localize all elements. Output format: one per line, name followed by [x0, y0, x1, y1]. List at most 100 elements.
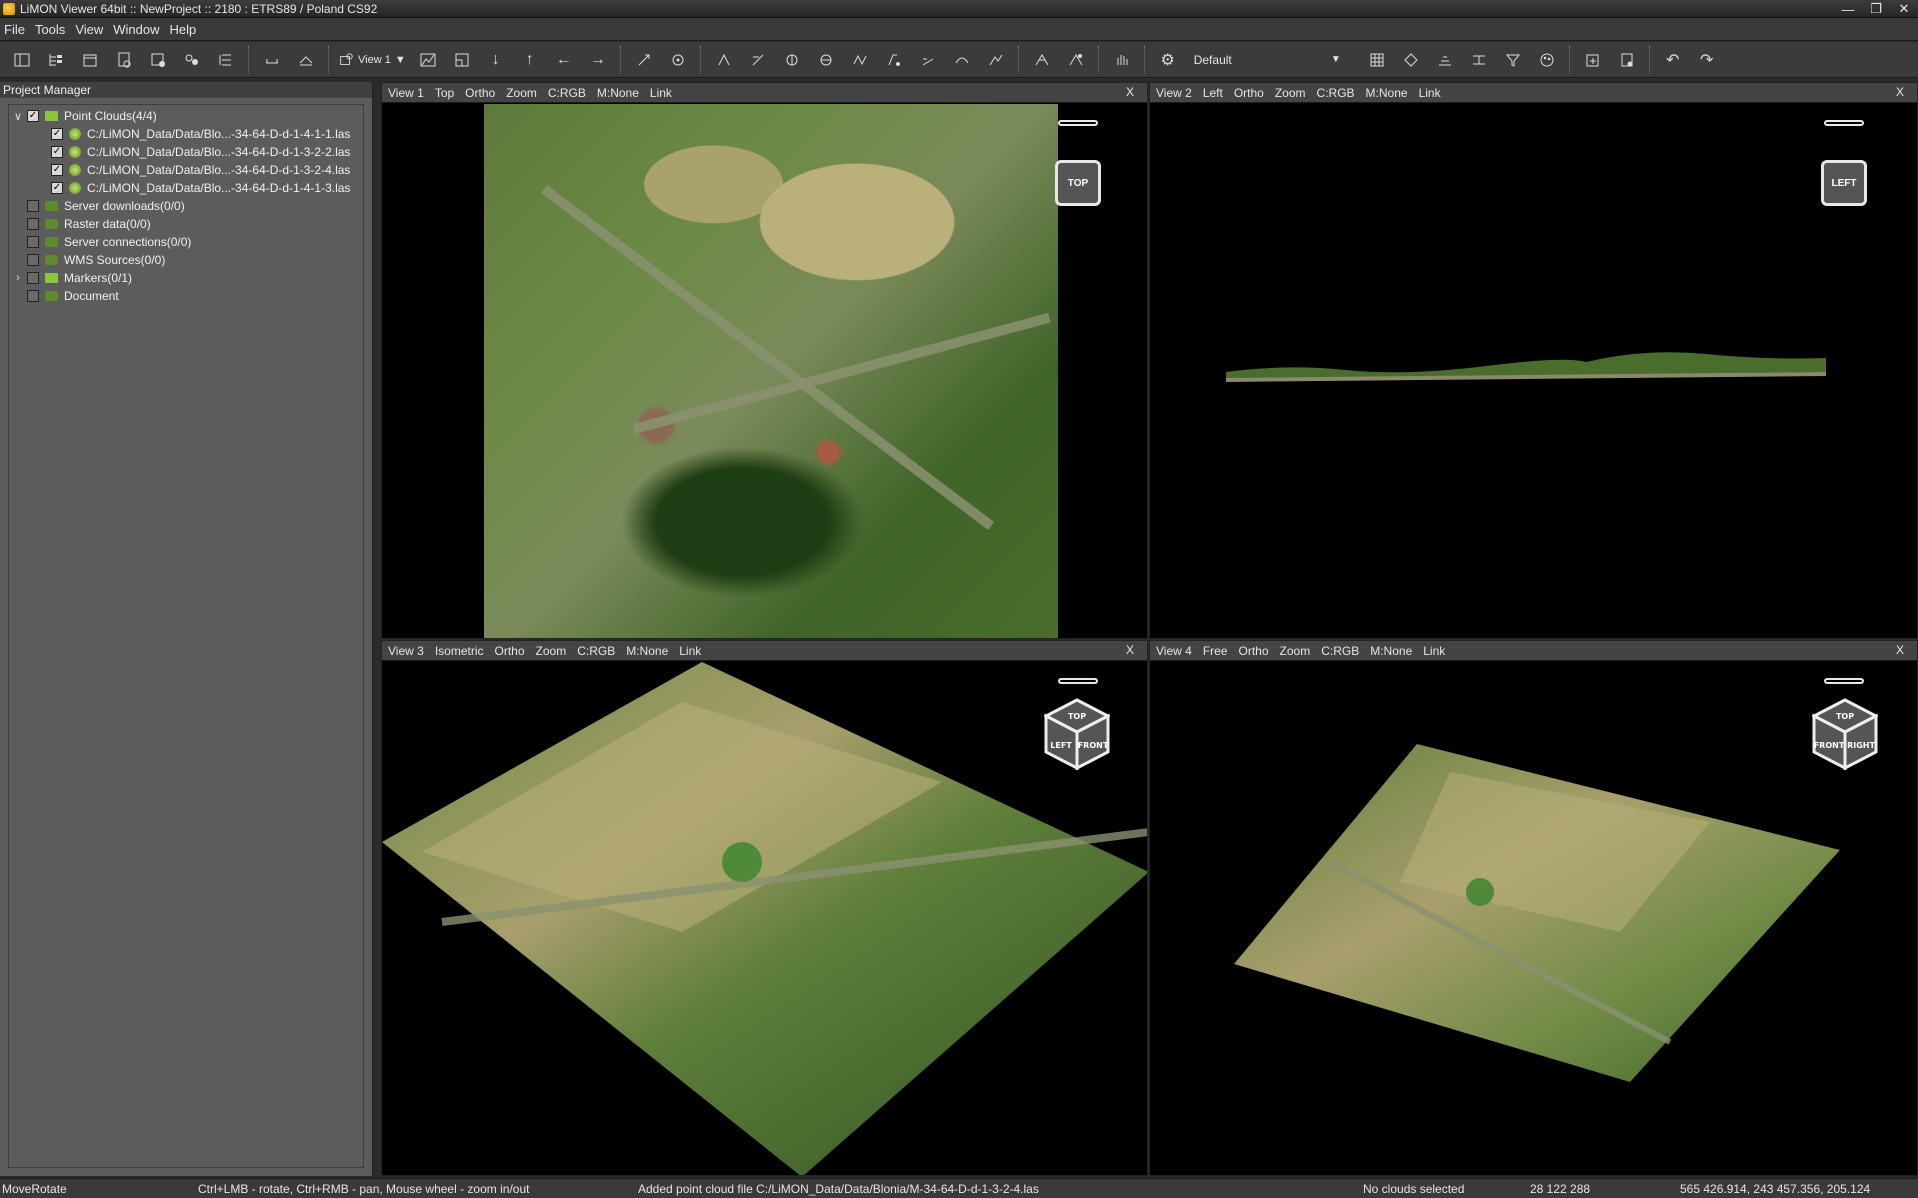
viewport-3[interactable]: View 3 Isometric Ortho Zoom C:RGB M:None… [381, 640, 1148, 1176]
cube-face-front[interactable]: FRONT [1078, 741, 1109, 750]
menu-view[interactable]: View [71, 22, 109, 37]
report-icon[interactable] [1613, 46, 1641, 74]
menu-file[interactable]: File [0, 22, 31, 37]
tool-9-icon[interactable] [982, 46, 1010, 74]
view-zoom[interactable]: Zoom [506, 86, 537, 100]
view-orientation-badge[interactable]: LEFT [1821, 160, 1867, 206]
view-color-mode[interactable]: C:RGB [548, 86, 586, 100]
tree-item-server-downloads[interactable]: Server downloads(0/0) [25, 197, 185, 215]
checkbox[interactable] [27, 254, 39, 266]
tree-item-raster-data[interactable]: Raster data(0/0) [25, 215, 151, 233]
calendar-icon[interactable] [76, 46, 104, 74]
arrow-up-icon[interactable]: ↑ [516, 46, 544, 74]
chevron-down-icon[interactable]: ∨ [11, 110, 25, 123]
checkbox[interactable]: ✓ [27, 110, 39, 122]
tool-1-icon[interactable] [710, 46, 738, 74]
tree-item-markers[interactable]: › Markers(0/1) [11, 269, 132, 287]
view-marker-mode[interactable]: M:None [597, 86, 639, 100]
tree-item-wms-sources[interactable]: WMS Sources(0/0) [25, 251, 165, 269]
view-link[interactable]: Link [1423, 644, 1445, 658]
view-color-mode[interactable]: C:RGB [1317, 86, 1355, 100]
tool-7-icon[interactable] [914, 46, 942, 74]
minimize-button[interactable]: — [1834, 0, 1862, 18]
document-settings-icon[interactable] [110, 46, 138, 74]
close-icon[interactable]: X [1126, 643, 1134, 657]
checkbox[interactable]: ✓ [51, 146, 63, 158]
arrow-right-icon[interactable]: → [584, 46, 612, 74]
view-color-mode[interactable]: C:RGB [1321, 644, 1359, 658]
view-projection[interactable]: Ortho [495, 644, 525, 658]
view-name[interactable]: View 4 [1156, 644, 1192, 658]
view-canvas[interactable]: TOP FRONT RIGHT [1150, 662, 1917, 1175]
viewport-1[interactable]: View 1 Top Ortho Zoom C:RGB M:None Link … [381, 82, 1148, 639]
view-name[interactable]: View 1 [388, 86, 424, 100]
view-mode[interactable]: Free [1203, 644, 1228, 658]
navigation-cube[interactable]: TOP LEFT FRONT [1044, 698, 1110, 770]
target-icon[interactable] [664, 46, 692, 74]
menu-help[interactable]: Help [166, 22, 203, 37]
checkbox[interactable]: ✓ [51, 128, 63, 140]
checkbox[interactable] [27, 218, 39, 230]
layers-settings-icon[interactable] [178, 46, 206, 74]
view-canvas[interactable]: LEFT [1150, 104, 1917, 638]
tool-3-icon[interactable] [778, 46, 806, 74]
profile-icon[interactable] [1431, 46, 1459, 74]
viewport-2[interactable]: View 2 Left Ortho Zoom C:RGB M:None Link… [1149, 82, 1918, 639]
view-mode[interactable]: Left [1203, 86, 1223, 100]
tool-10-icon[interactable] [1028, 46, 1056, 74]
menu-window[interactable]: Window [109, 22, 165, 37]
grid-settings-icon[interactable] [144, 46, 172, 74]
tree-item-las-file[interactable]: ✓ C:/LiMON_Data/Data/Blo...-34-64-D-d-1-… [49, 125, 350, 143]
measure-icon[interactable] [258, 46, 286, 74]
checkbox[interactable]: ✓ [51, 182, 63, 194]
view-projection[interactable]: Ortho [1239, 644, 1269, 658]
menu-tools[interactable]: Tools [31, 22, 71, 37]
hand-icon[interactable] [1108, 46, 1136, 74]
tree-item-point-clouds[interactable]: ∨ ✓ Point Clouds(4/4) [11, 107, 157, 125]
view-name[interactable]: View 2 [1156, 86, 1192, 100]
view-mode[interactable]: Top [435, 86, 454, 100]
view-zoom[interactable]: Zoom [1275, 86, 1306, 100]
view-orientation-badge[interactable]: TOP [1055, 160, 1101, 206]
tool-4-icon[interactable] [812, 46, 840, 74]
chevron-right-icon[interactable]: › [11, 272, 25, 284]
close-icon[interactable]: X [1896, 643, 1904, 657]
close-icon[interactable]: X [1896, 85, 1904, 99]
tool-8-icon[interactable] [948, 46, 976, 74]
tree-icon[interactable] [42, 46, 70, 74]
viewport-4[interactable]: View 4 Free Ortho Zoom C:RGB M:None Link… [1149, 640, 1918, 1176]
arrow-left-icon[interactable]: ← [550, 46, 578, 74]
view-mode[interactable]: Isometric [435, 644, 484, 658]
section-icon[interactable] [1465, 46, 1493, 74]
view-selector[interactable]: View 1 ▼ [338, 46, 406, 74]
palette-icon[interactable] [1533, 46, 1561, 74]
cube-face-top[interactable]: TOP [1836, 712, 1854, 721]
tree-item-las-file[interactable]: ✓ C:/LiMON_Data/Data/Blo...-34-64-D-d-1-… [49, 179, 350, 197]
cube-face-left[interactable]: LEFT [1050, 741, 1072, 750]
cube-face-top[interactable]: TOP [1068, 712, 1086, 721]
view-projection[interactable]: Ortho [465, 86, 495, 100]
view-marker-mode[interactable]: M:None [1366, 86, 1408, 100]
view-name[interactable]: View 3 [388, 644, 424, 658]
list-icon[interactable] [212, 46, 240, 74]
view-marker-mode[interactable]: M:None [626, 644, 668, 658]
tool-2-icon[interactable] [744, 46, 772, 74]
select-point-icon[interactable] [630, 46, 658, 74]
export-icon[interactable] [1579, 46, 1607, 74]
checkbox[interactable] [27, 236, 39, 248]
tree-item-document[interactable]: Document [25, 287, 119, 305]
cube-face-front[interactable]: FRONT [1814, 741, 1845, 750]
restore-button[interactable]: ❐ [1862, 0, 1890, 18]
checkbox[interactable] [27, 290, 39, 302]
view-zoom[interactable]: Zoom [1280, 644, 1311, 658]
tree-item-server-connections[interactable]: Server connections(0/0) [25, 233, 191, 251]
frame-icon[interactable] [448, 46, 476, 74]
tool-5-icon[interactable] [846, 46, 874, 74]
polygon-icon[interactable] [1397, 46, 1425, 74]
crop-icon[interactable] [292, 46, 320, 74]
view-zoom[interactable]: Zoom [536, 644, 567, 658]
view-projection[interactable]: Ortho [1234, 86, 1264, 100]
filter-icon[interactable] [1499, 46, 1527, 74]
close-button[interactable]: ✕ [1890, 0, 1918, 18]
checkbox[interactable] [27, 272, 39, 284]
